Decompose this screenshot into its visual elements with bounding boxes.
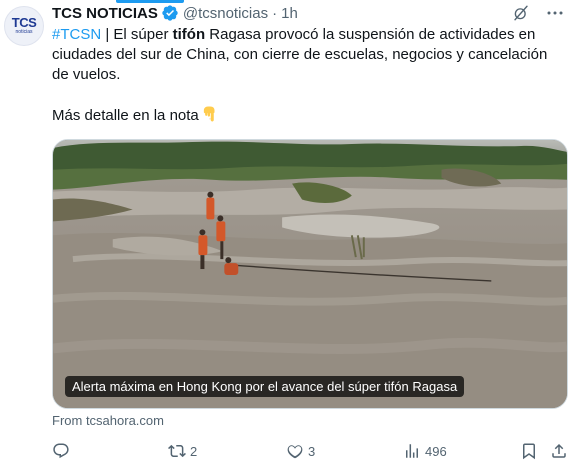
reply-button[interactable] (52, 442, 74, 460)
more-detail-text: Más detalle en la nota (52, 107, 199, 124)
retweet-button[interactable]: 2 (168, 442, 197, 460)
rescuer-figure (206, 197, 215, 220)
pointing-down-emoji (201, 105, 219, 123)
views-icon (403, 442, 421, 460)
views-count: 496 (425, 443, 447, 459)
bookmark-icon (520, 442, 538, 460)
top-right-actions (512, 4, 564, 22)
like-button[interactable]: 3 (286, 442, 315, 460)
avatar[interactable]: TCS noticias (4, 6, 44, 46)
tweet-body: #TCSN | El súper tifón Ragasa provocó la… (52, 25, 567, 85)
like-count: 3 (308, 443, 316, 459)
avatar-logo-subtext: noticias (15, 29, 33, 35)
tweet-time[interactable]: 1h (281, 5, 298, 22)
media-caption: Alerta máxima en Hong Kong por el avance… (65, 376, 465, 397)
tweet-actions: 2 3 496 (52, 442, 568, 462)
reply-icon (52, 442, 70, 460)
tweet-text: #TCSN | El súper tifón Ragasa provocó la… (52, 25, 567, 126)
separator-dot: · (272, 4, 278, 22)
verified-badge-icon[interactable] (161, 4, 179, 22)
tweet-more-line: Más detalle en la nota (52, 105, 567, 126)
views-button[interactable]: 496 (403, 442, 447, 460)
more-options-icon[interactable] (546, 4, 564, 22)
avatar-logo-text: TCS (11, 15, 37, 30)
rescuer-figure (216, 221, 226, 242)
like-icon (286, 442, 304, 460)
retweet-icon (168, 442, 186, 460)
rescuer-figure (224, 263, 239, 275)
tweet-header: TCS NOTICIAS @tcsnoticias · 1h (52, 3, 298, 23)
retweet-count: 2 (190, 443, 198, 459)
author-handle[interactable]: @tcsnoticias (183, 5, 268, 22)
bookmark-button[interactable] (520, 442, 538, 460)
grok-icon[interactable] (512, 4, 530, 22)
share-icon (550, 442, 568, 460)
author-name[interactable]: TCS NOTICIAS (52, 5, 158, 22)
hashtag-link[interactable]: #TCSN (52, 26, 101, 43)
source-link[interactable]: From tcsahora.com (52, 413, 164, 428)
flood-scene-image (53, 140, 567, 408)
tweet-body-bold: tifón (172, 26, 206, 43)
rescuer-figure (198, 235, 208, 256)
tweet-body-part: | El súper (101, 26, 173, 43)
share-button[interactable] (550, 442, 568, 460)
media-video[interactable]: Alerta máxima en Hong Kong por el avance… (52, 139, 568, 409)
